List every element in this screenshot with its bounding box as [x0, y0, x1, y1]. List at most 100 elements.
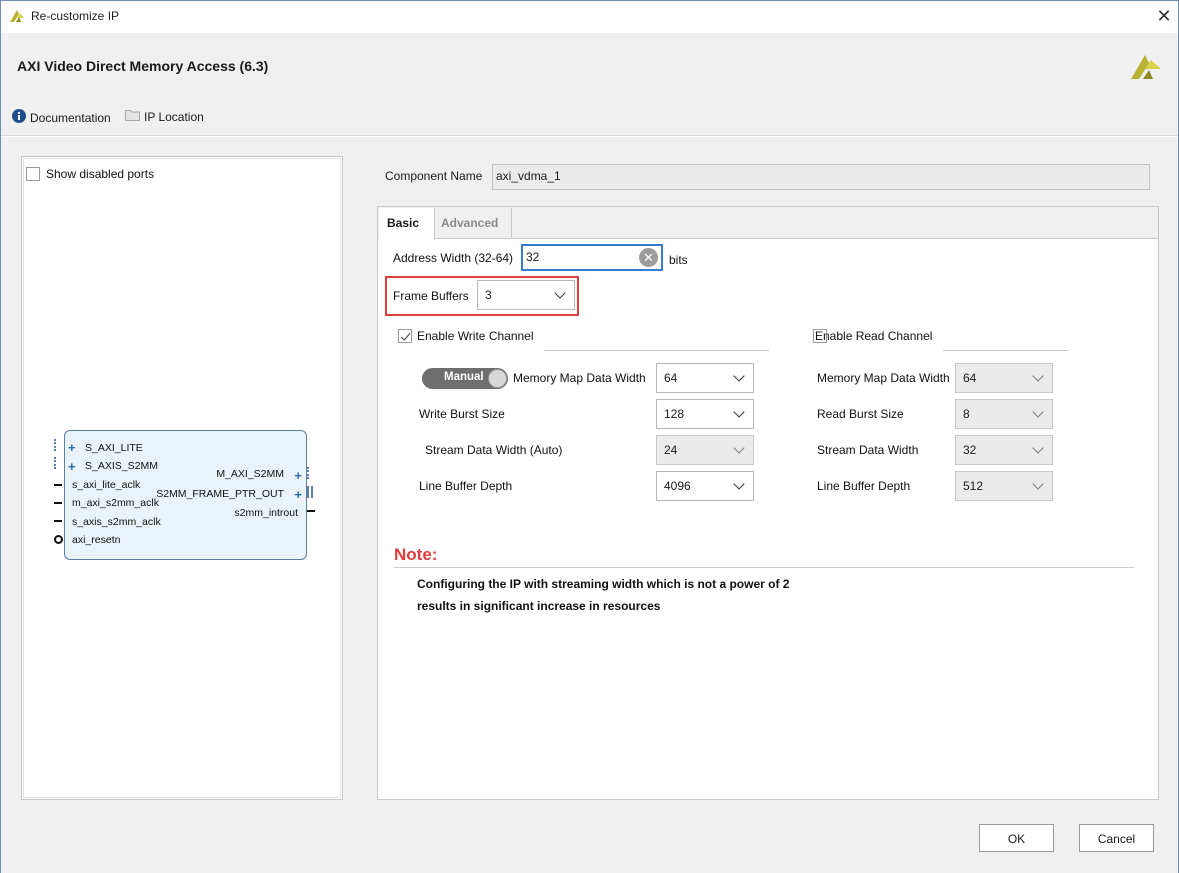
expand-plus-icon[interactable]: +	[68, 460, 76, 473]
config-tabs-panel: Basic Advanced Address Width (32-64) 32 …	[377, 206, 1159, 800]
write-mm-data-width-value: 64	[664, 371, 678, 385]
read-burst-size-label: Read Burst Size	[817, 407, 904, 421]
write-mm-data-width-select[interactable]: 64	[656, 363, 754, 393]
expand-plus-icon[interactable]: +	[294, 469, 302, 482]
component-name-field[interactable]: axi_vdma_1	[492, 164, 1150, 190]
read-burst-size-value: 8	[963, 407, 970, 421]
xilinx-brand-logo-icon	[1129, 51, 1163, 84]
chevron-down-icon	[1032, 406, 1044, 418]
write-stream-width-label: Stream Data Width (Auto)	[425, 443, 563, 457]
pin-s-axis-s2mm-aclk	[54, 520, 62, 522]
port-m-axi-s2mm-aclk: m_axi_s2mm_aclk	[72, 497, 159, 509]
read-mm-data-width-select: 64	[955, 363, 1053, 393]
read-channel-divider	[943, 350, 1068, 351]
ok-button[interactable]: OK	[979, 824, 1054, 852]
port-s-axi-lite-aclk: s_axi_lite_aclk	[72, 479, 141, 491]
address-width-label: Address Width (32-64)	[393, 251, 514, 265]
chevron-down-icon	[1032, 370, 1044, 382]
chevron-down-icon	[733, 406, 745, 418]
write-stream-width-select: 24	[656, 435, 754, 465]
tab-advanced[interactable]: Advanced	[436, 208, 512, 238]
read-line-buffer-label: Line Buffer Depth	[817, 479, 911, 493]
note-title: Note:	[394, 545, 438, 564]
read-mm-data-width-label: Memory Map Data Width	[817, 371, 950, 385]
symbol-canvas: Show disabled ports + S_AXI_LITE + S_AXI…	[23, 158, 341, 798]
write-line-buffer-label: Line Buffer Depth	[419, 479, 513, 493]
enable-write-channel-label: Enable Write Channel	[417, 329, 534, 343]
ip-title: AXI Video Direct Memory Access (6.3)	[17, 58, 269, 74]
expand-plus-icon[interactable]: +	[68, 441, 76, 454]
manual-auto-toggle[interactable]: Manual	[422, 368, 508, 389]
show-disabled-ports-label: Show disabled ports	[46, 167, 155, 181]
read-burst-size-select: 8	[955, 399, 1053, 429]
port-s-axis-s2mm-aclk: s_axis_s2mm_aclk	[72, 516, 161, 528]
frame-buffers-label: Frame Buffers	[393, 289, 469, 303]
port-m-axi-s2mm: M_AXI_S2MM	[216, 468, 284, 480]
port-s2mm-introut: s2mm_introut	[234, 507, 298, 519]
port-s-axi-lite: S_AXI_LITE	[85, 442, 143, 454]
ip-symbol-panel: Show disabled ports + S_AXI_LITE + S_AXI…	[21, 156, 343, 800]
address-width-value: 32	[526, 250, 540, 264]
dialog-window: Re-customize IP ✕ AXI Video Direct Memor…	[0, 0, 1179, 873]
clear-input-icon[interactable]: ✕	[639, 248, 658, 267]
pin-axi-resetn-inverted	[54, 535, 63, 544]
read-stream-width-label: Stream Data Width	[817, 443, 919, 457]
write-burst-size-select[interactable]: 128	[656, 399, 754, 429]
port-axi-resetn: axi_resetn	[72, 534, 121, 546]
port-s2mm-frame-ptr-out: S2MM_FRAME_PTR_OUT	[156, 488, 284, 500]
tab-strip: Basic Advanced	[378, 207, 1158, 240]
main-area: Show disabled ports + S_AXI_LITE + S_AXI…	[1, 137, 1178, 873]
chevron-down-icon	[733, 442, 745, 454]
ip-location-label: IP Location	[144, 109, 204, 124]
frame-buffers-select[interactable]: 3	[477, 280, 575, 310]
axi-vdma-block[interactable]: + S_AXI_LITE + S_AXIS_S2MM s_axi_lite_ac…	[64, 430, 307, 560]
note-text-line-1: Configuring the IP with streaming width …	[417, 577, 790, 591]
folder-icon	[125, 109, 140, 124]
bus-pin-m-axi-s2mm	[307, 467, 313, 479]
cancel-button[interactable]: Cancel	[1079, 824, 1154, 852]
chevron-down-icon	[1032, 442, 1044, 454]
expand-plus-icon[interactable]: +	[294, 488, 302, 501]
show-disabled-ports-checkbox[interactable]	[26, 167, 40, 181]
pin-m-axi-s2mm-aclk	[54, 502, 62, 504]
read-line-buffer-value: 512	[963, 479, 984, 493]
enable-write-channel-checkbox[interactable]	[398, 329, 412, 343]
read-stream-width-select: 32	[955, 435, 1053, 465]
write-line-buffer-select[interactable]: 4096	[656, 471, 754, 501]
address-width-unit: bits	[669, 253, 688, 267]
info-icon	[12, 109, 26, 126]
write-channel-divider	[544, 350, 769, 351]
toggle-knob	[488, 369, 507, 388]
address-width-input[interactable]: 32 ✕	[521, 244, 663, 271]
port-s-axis-s2mm: S_AXIS_S2MM	[85, 460, 158, 472]
write-mm-data-width-label: Memory Map Data Width	[513, 371, 646, 385]
write-line-buffer-value: 4096	[664, 479, 691, 493]
read-stream-width-value: 32	[963, 443, 977, 457]
toggle-label: Manual	[444, 371, 484, 383]
read-line-buffer-select: 512	[955, 471, 1053, 501]
close-icon[interactable]: ✕	[1153, 5, 1175, 27]
write-burst-size-value: 128	[664, 407, 685, 421]
read-mm-data-width-value: 64	[963, 371, 977, 385]
chevron-down-icon	[733, 370, 745, 382]
bus-pin-s-axi-lite	[54, 439, 60, 451]
frame-buffers-value: 3	[485, 288, 492, 302]
chevron-down-icon	[733, 478, 745, 490]
ip-location-link[interactable]: IP Location	[125, 109, 204, 124]
ip-header: AXI Video Direct Memory Access (6.3) Doc…	[1, 33, 1178, 136]
component-name-label: Component Name	[385, 169, 483, 183]
chevron-down-icon	[1032, 478, 1044, 490]
xilinx-logo-icon	[9, 8, 25, 27]
window-title: Re-customize IP	[31, 9, 120, 23]
chevron-down-icon	[554, 287, 566, 299]
tab-basic[interactable]: Basic	[379, 208, 435, 240]
documentation-label: Documentation	[30, 110, 111, 125]
enable-read-channel-label: Enable Read Channel	[815, 329, 933, 343]
pin-s2mm-introut	[307, 510, 315, 512]
note-divider	[394, 567, 1134, 568]
pin-s-axi-lite-aclk	[54, 484, 62, 486]
write-stream-width-value: 24	[664, 443, 678, 457]
bus-pin-frame-ptr-out	[307, 486, 313, 498]
documentation-link[interactable]: Documentation	[12, 109, 111, 126]
note-text-line-2: results in significant increase in resou…	[417, 599, 661, 613]
